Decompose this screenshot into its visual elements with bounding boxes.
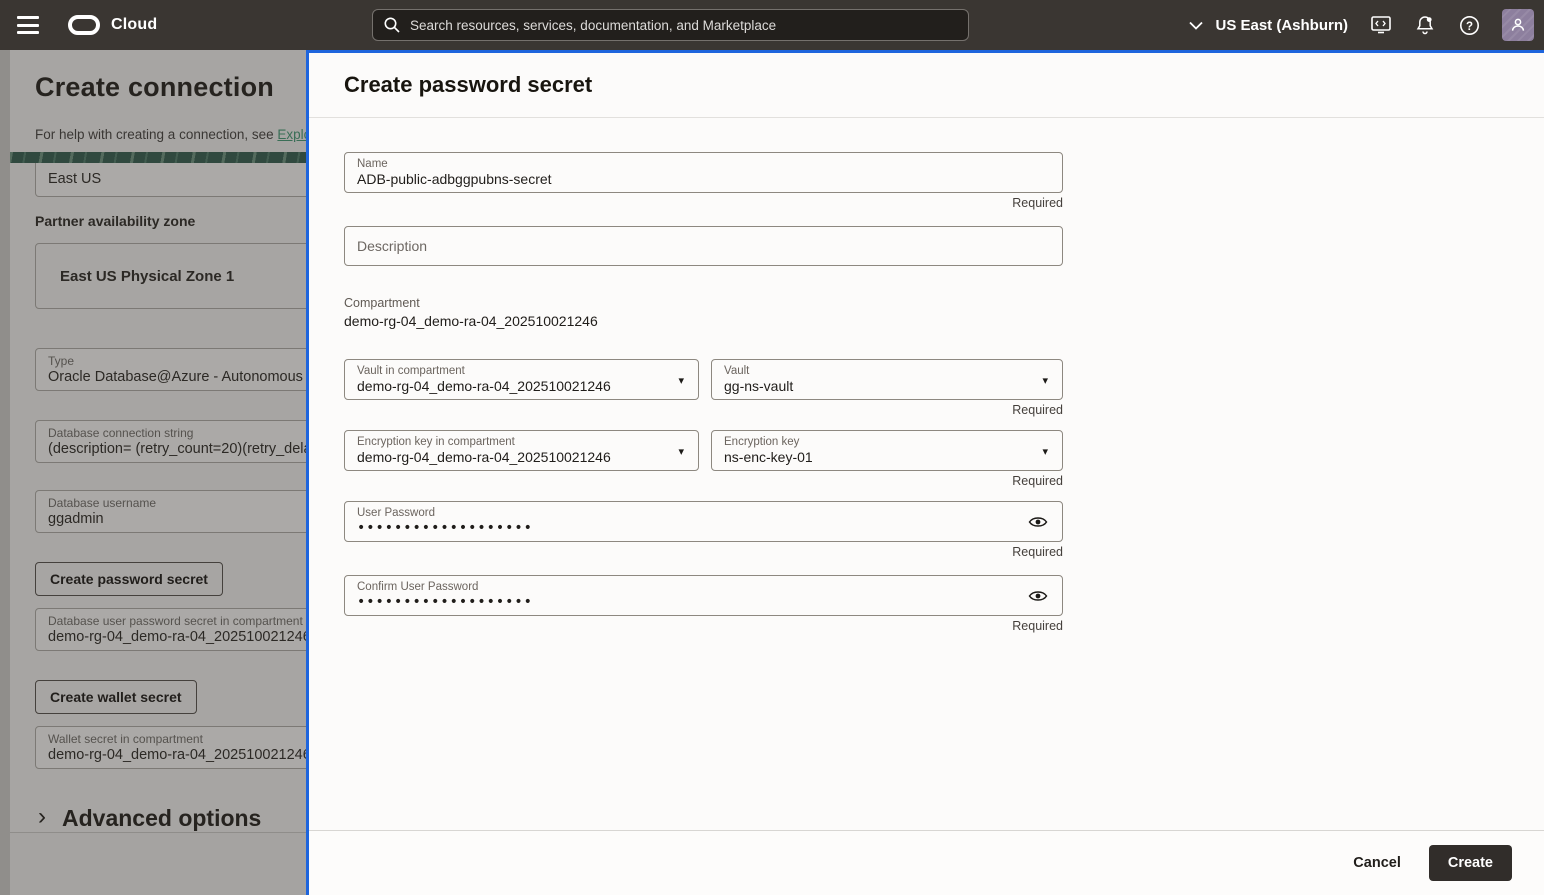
create-password-secret-panel: Create password secret Name ADB-public-a… <box>306 50 1544 895</box>
create-password-secret-button-bg: Create password secret <box>35 562 223 596</box>
availability-zone-label: East US Physical Zone 1 <box>60 267 235 285</box>
description-placeholder: Description <box>357 238 428 254</box>
panel-header: Create password secret <box>309 53 1544 118</box>
profile-avatar[interactable] <box>1502 9 1534 41</box>
region-field-value: East US <box>48 171 102 187</box>
top-navigation-bar: Cloud US East (Ashburn) ? <box>0 0 1544 50</box>
vault-required-hint: Required <box>1012 403 1063 417</box>
panel-body: Name ADB-public-adbggpubns-secret Requir… <box>309 118 1544 830</box>
dimmed-footer <box>10 832 306 895</box>
wallet-secret-label: Wallet secret in compartment <box>48 732 203 746</box>
dimmed-background: Create connection For help with creating… <box>0 50 306 895</box>
user-password-required-hint: Required <box>1012 545 1063 559</box>
global-search[interactable] <box>372 9 969 41</box>
encryption-key-compartment-select[interactable]: Encryption key in compartment demo-rg-04… <box>344 430 699 471</box>
wallet-secret-value: demo-rg-04_demo-ra-04_202510021246 <box>48 747 306 763</box>
database-username-label: Database username <box>48 496 157 510</box>
confirm-password-value: ••••••••••••••••••• <box>357 594 533 610</box>
chevron-down-icon <box>1189 21 1204 30</box>
user-password-field[interactable]: User Password ••••••••••••••••••• <box>344 501 1063 542</box>
name-value: ADB-public-adbggpubns-secret <box>357 171 552 187</box>
show-password-eye-icon[interactable] <box>1026 510 1050 534</box>
search-icon <box>383 16 401 34</box>
encryption-key-required-hint: Required <box>1012 474 1063 488</box>
vault-select[interactable]: Vault gg-ns-vault ▾ <box>711 359 1063 400</box>
compartment-label: Compartment <box>344 296 420 310</box>
vault-compartment-select[interactable]: Vault in compartment demo-rg-04_demo-ra-… <box>344 359 699 400</box>
panel-footer: Cancel Create <box>309 830 1544 895</box>
type-field: Type Oracle Database@Azure - Autonomous … <box>35 348 306 391</box>
notifications-bell-icon[interactable] <box>1414 14 1436 36</box>
brand-label: Cloud <box>111 16 158 33</box>
compartment-readonly: Compartment demo-rg-04_demo-ra-04_202510… <box>344 296 1544 329</box>
db-password-secret-field: Database user password secret in compart… <box>35 608 306 651</box>
encryption-key-compartment-value: demo-rg-04_demo-ra-04_202510021246 <box>357 449 611 465</box>
db-password-secret-label: Database user password secret in compart… <box>48 614 303 628</box>
decorative-banner <box>10 152 306 163</box>
database-username-value: ggadmin <box>48 511 104 527</box>
vault-row: Vault in compartment demo-rg-04_demo-ra-… <box>344 359 1063 417</box>
name-label: Name <box>357 158 388 170</box>
encryption-key-row: Encryption key in compartment demo-rg-04… <box>344 430 1063 488</box>
vault-compartment-value: demo-rg-04_demo-ra-04_202510021246 <box>357 378 611 394</box>
cloud-shell-icon[interactable] <box>1370 14 1392 36</box>
connection-string-label: Database connection string <box>48 426 194 440</box>
db-password-secret-value: demo-rg-04_demo-ra-04_202510021246 <box>48 629 306 645</box>
vault-label: Vault <box>724 365 750 377</box>
wallet-secret-field: Wallet secret in compartment demo-rg-04_… <box>35 726 306 769</box>
partner-availability-zone-heading: Partner availability zone <box>35 213 196 229</box>
connection-help-text: For help with creating a connection, see… <box>35 127 306 142</box>
show-confirm-password-eye-icon[interactable] <box>1026 584 1050 608</box>
region-label: US East (Ashburn) <box>1215 16 1348 34</box>
create-connection-panel: Create connection For help with creating… <box>10 50 306 832</box>
create-button[interactable]: Create <box>1428 845 1512 881</box>
oracle-logo-icon <box>68 15 100 35</box>
availability-zone-card: East US Physical Zone 1 <box>35 243 306 309</box>
advanced-options-toggle: › Advanced options <box>38 802 262 832</box>
vault-compartment-label: Vault in compartment <box>357 365 465 377</box>
hamburger-menu-icon[interactable] <box>15 15 41 35</box>
vault-value: gg-ns-vault <box>724 378 794 394</box>
connection-string-value: (description= (retry_count=20)(retry_del… <box>48 441 306 457</box>
help-text: For help with creating a connection, see <box>35 127 278 142</box>
encryption-key-compartment-label: Encryption key in compartment <box>357 436 515 448</box>
caret-down-icon: ▾ <box>1042 374 1048 387</box>
help-icon[interactable]: ? <box>1458 14 1480 36</box>
description-field[interactable]: Description <box>344 226 1063 266</box>
oci-console: Cloud US East (Ashburn) ? <box>0 0 1544 895</box>
topbar-actions: US East (Ashburn) ? <box>1189 0 1534 50</box>
region-field: East US <box>35 163 306 197</box>
name-field[interactable]: Name ADB-public-adbggpubns-secret <box>344 152 1063 193</box>
compartment-value: demo-rg-04_demo-ra-04_202510021246 <box>344 313 598 329</box>
chevron-right-icon: › <box>38 802 46 830</box>
confirm-password-label: Confirm User Password <box>357 581 479 593</box>
svg-text:?: ? <box>1465 20 1472 32</box>
confirm-password-field[interactable]: Confirm User Password ••••••••••••••••••… <box>344 575 1063 616</box>
type-field-label: Type <box>48 354 75 368</box>
create-wallet-secret-button: Create wallet secret <box>35 680 197 714</box>
encryption-key-select[interactable]: Encryption key ns-enc-key-01 ▾ <box>711 430 1063 471</box>
connection-string-field: Database connection string (description=… <box>35 420 306 463</box>
user-password-value: ••••••••••••••••••• <box>357 520 533 536</box>
encryption-key-label: Encryption key <box>724 436 800 448</box>
region-selector[interactable]: US East (Ashburn) <box>1189 17 1348 34</box>
search-input[interactable] <box>410 17 958 33</box>
name-required-hint: Required <box>1012 196 1063 210</box>
user-password-label: User Password <box>357 507 435 519</box>
create-connection-title: Create connection <box>35 72 274 102</box>
caret-down-icon: ▾ <box>678 374 684 387</box>
encryption-key-value: ns-enc-key-01 <box>724 449 813 465</box>
type-field-value: Oracle Database@Azure - Autonomous Datab <box>48 369 306 385</box>
database-username-field: Database username ggadmin <box>35 490 306 533</box>
explore-link: Explore <box>277 127 306 142</box>
panel-title: Create password secret <box>344 72 593 97</box>
confirm-password-required-hint: Required <box>1012 619 1063 633</box>
advanced-options-label: Advanced options <box>62 805 262 831</box>
cancel-button[interactable]: Cancel <box>1353 855 1401 871</box>
person-icon <box>1509 16 1527 34</box>
caret-down-icon: ▾ <box>678 445 684 458</box>
caret-down-icon: ▾ <box>1042 445 1048 458</box>
